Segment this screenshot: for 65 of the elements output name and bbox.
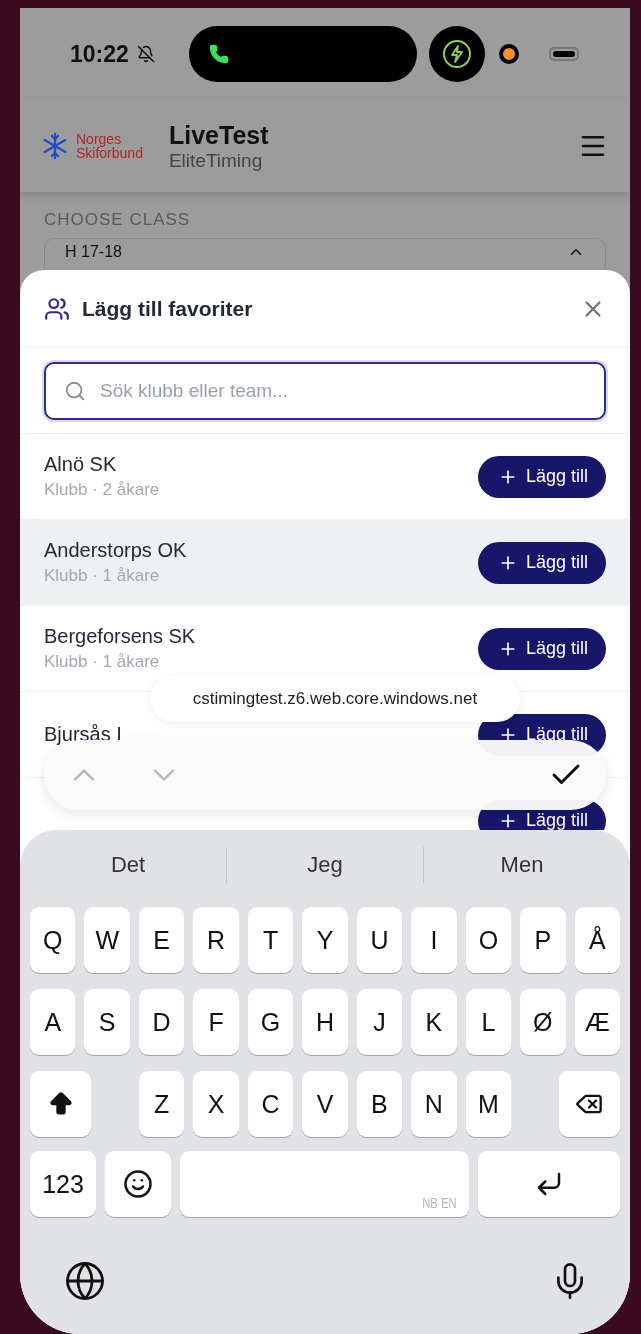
key[interactable]: F [193,989,239,1055]
key[interactable]: K [411,989,457,1055]
bell-off-icon [136,45,155,63]
key[interactable]: G [247,989,294,1055]
key[interactable]: Q [30,907,76,973]
app-title: LiveTest [168,120,270,150]
key[interactable]: V [302,1071,348,1137]
privacy-dot [498,44,519,64]
globe-icon[interactable] [64,1259,106,1302]
key[interactable]: D [138,989,185,1055]
battery-icon [548,47,579,61]
logo-text: Norges Skiforbund [76,132,143,160]
key[interactable]: N [411,1071,457,1137]
key[interactable]: H [302,989,348,1055]
users-icon [44,295,70,322]
key[interactable]: J [356,989,403,1055]
key[interactable]: C [247,1071,294,1137]
section-label: CHOOSE CLASS [44,210,192,230]
add-button[interactable]: Lägg till [477,455,606,498]
phone-icon [208,44,229,64]
key[interactable]: Y [302,907,348,973]
numbers-key[interactable]: 123 [30,1151,96,1217]
snowflake-icon [42,132,68,160]
delete-key[interactable] [558,1071,620,1137]
key[interactable]: Å [574,907,620,973]
key[interactable]: L [465,989,512,1055]
key[interactable]: R [193,907,239,973]
club-meta: Klubb · 1 åkare [44,566,161,586]
club-meta: Klubb · 2 åkare [44,480,161,500]
key[interactable]: P [520,907,566,973]
club-meta: Klubb · 1 åkare [44,652,161,672]
status-time: 10:22 [70,40,129,68]
key[interactable]: Ø [520,989,566,1055]
add-button[interactable]: Lägg till [477,541,606,584]
club-row[interactable]: Anderstorps OK Klubb · 1 åkare Lägg till [20,520,630,606]
suggestion[interactable]: Jeg [227,847,423,883]
emoji-key[interactable] [105,1151,171,1217]
key[interactable]: W [84,907,130,973]
key[interactable]: X [193,1071,239,1137]
add-button[interactable]: Lägg till [477,627,606,670]
search-icon [64,380,86,402]
app-subtitle: EliteTiming [168,149,264,172]
key[interactable]: E [138,907,185,973]
key[interactable]: I [411,907,457,973]
club-name: Anderstorps OK [44,539,188,562]
key[interactable]: O [465,907,512,973]
key[interactable]: B [356,1071,403,1137]
key[interactable]: A [30,989,76,1055]
search-field[interactable]: Sök klubb eller team... [44,362,606,420]
key[interactable]: S [84,989,130,1055]
lightning-icon [441,39,472,69]
emoji-icon [123,1169,153,1199]
club-name: Alnö SK [44,453,118,476]
sheet-title: Lägg till favoriter [82,296,254,321]
club-name: Bjursås I [44,723,123,746]
suggestion[interactable]: Men [424,847,620,883]
key[interactable]: M [465,1071,512,1137]
key[interactable]: T [247,907,294,973]
url-tooltip: cstimingtest.z6.web.core.windows.net [150,676,520,722]
key[interactable]: Z [138,1071,185,1137]
club-name: Bergeforsens SK [44,625,197,648]
shift-key[interactable] [30,1071,92,1137]
key[interactable]: U [356,907,403,973]
key[interactable]: Æ [574,989,620,1055]
suggestion[interactable]: Det [30,847,226,883]
